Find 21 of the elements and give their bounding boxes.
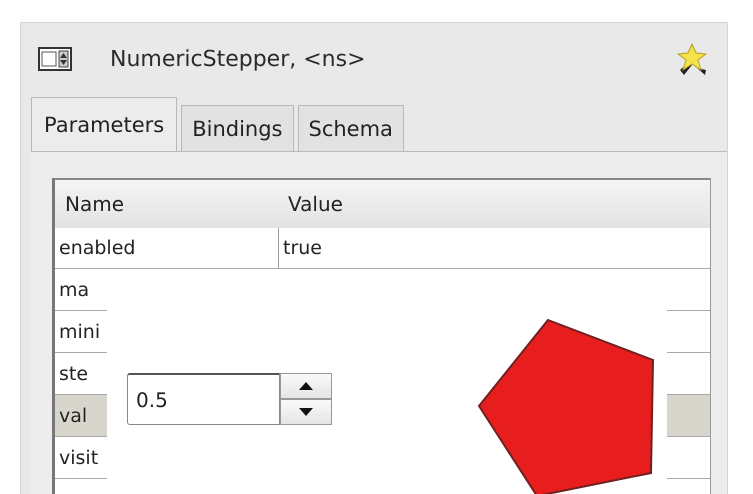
table-cell-text: val <box>58 404 88 426</box>
table-cell-text: mini <box>58 320 102 342</box>
increment-button[interactable] <box>280 373 332 399</box>
tab[interactable]: Parameters <box>31 97 178 151</box>
table-row[interactable]: enabled true <box>55 228 710 269</box>
column-header[interactable]: Name <box>55 192 278 216</box>
table-cell-text: ma <box>58 278 90 300</box>
table-cell-text: true <box>282 237 322 259</box>
numeric-stepper-icon <box>38 47 72 71</box>
table-cell-text: visit <box>58 446 100 468</box>
tab[interactable]: Schema <box>298 105 404 151</box>
table-cell-text: enabled <box>58 237 136 259</box>
wizard-star-icon[interactable] <box>675 42 709 76</box>
up-arrow-icon <box>299 382 313 390</box>
decrement-button[interactable] <box>280 399 332 425</box>
down-arrow-icon <box>299 408 313 416</box>
table-cell-text: ste <box>58 362 90 384</box>
column-header[interactable]: Value <box>278 192 710 216</box>
window-title: NumericStepper, <ns> <box>110 46 366 72</box>
tab[interactable]: Bindings <box>181 105 294 151</box>
stepper-input[interactable]: 0.5 <box>127 373 280 425</box>
